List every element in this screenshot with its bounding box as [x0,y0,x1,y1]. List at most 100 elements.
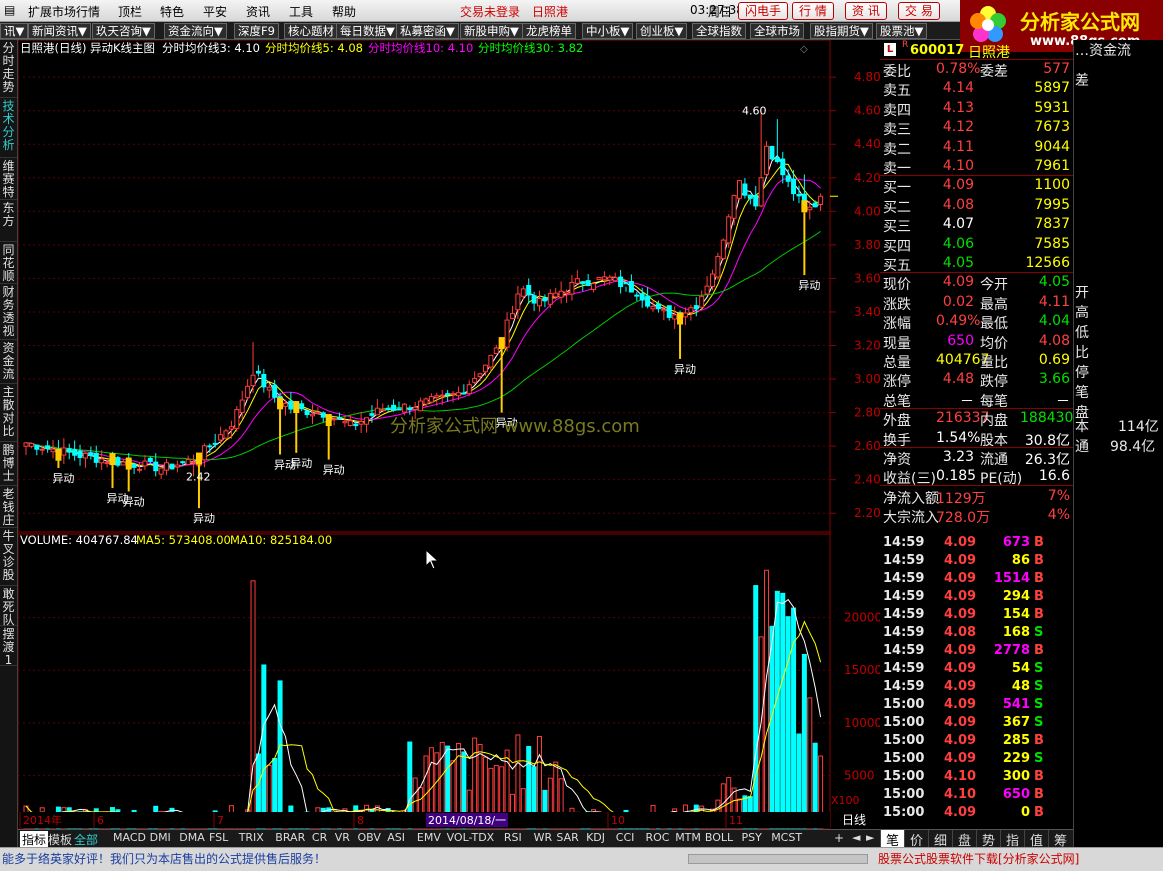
sidebar-item-4[interactable]: 同花顺 [0,242,17,284]
quote-value-2: 1100 [1034,177,1070,194]
right-tab-3[interactable]: 盘 [952,830,976,849]
trade-button[interactable]: 交 易 [898,2,940,20]
quote-button[interactable]: 行 情 [792,2,834,20]
menu-item-help[interactable]: 帮助 [332,3,356,20]
sidebar-item-2[interactable]: 维赛特 [0,158,17,200]
indicator-wr[interactable]: WR [534,831,553,844]
menu-icon[interactable]: ▤ [4,3,15,17]
add-indicator-button[interactable]: + [834,831,844,845]
menu-item-info[interactable]: 资讯 [246,3,270,20]
indicator-emv[interactable]: EMV [417,831,441,844]
tab-10[interactable]: 中小板▼ [582,23,634,39]
sidebar-item-11[interactable]: 敢死队 [0,586,17,627]
indicator-vr[interactable]: VR [335,831,350,844]
right-tab-4[interactable]: 势 [976,830,1000,849]
right-tab-5[interactable]: 指 [1000,830,1024,849]
tick-list[interactable]: 14:59 4.09 673 B 14:59 4.09 86 B 14:59 4.09 1514 B 1… [880,534,1073,828]
right-tab-0[interactable]: 笔 [880,830,904,849]
menu-item-ext-market[interactable]: 扩展市场行情 [28,3,100,20]
tab-7[interactable]: 私募密函▼ [396,23,459,39]
flash-trade-button[interactable]: 闪电手 [738,2,789,20]
chart-toggle-icon[interactable]: ◇ [800,44,808,55]
sidebar-item-8[interactable]: 鹏博士 [0,442,17,486]
sidebar-item-9[interactable]: 老钱庄 [0,486,17,528]
price-tick-label: 4.00 [854,204,880,218]
candle-body [374,407,380,416]
tab-8[interactable]: 新股申购▼ [460,23,523,39]
sidebar-item-7[interactable]: 主散对比 [0,384,17,442]
quote-value: 4.05 [942,255,974,271]
indicator-roc[interactable]: ROC [646,831,670,844]
vol-header-0: VOLUME: 404767.84 [20,533,138,547]
indicator-asi[interactable]: ASI [387,831,405,844]
tab-2[interactable]: 玖天咨询▼ [92,23,155,39]
menu-item-features[interactable]: 特色 [160,3,184,20]
tab-0[interactable]: 讯▼ [0,23,29,39]
tab-13[interactable]: 全球市场 [750,23,804,39]
right-col-tong-label: 通 [1075,439,1089,455]
sidebar-item-10[interactable]: 牛叉诊股 [0,528,17,586]
chart-area[interactable]: 4.80 4.60 4.40 4.20 4.00 3.80 3.60 3.40 3.20 3.00… [18,40,880,829]
candle-body [699,295,705,308]
sidebar-item-0[interactable]: 分时走势 [0,40,17,98]
tab-5[interactable]: 核心题材 [284,23,338,39]
sidebar-item-5[interactable]: 财务透视 [0,284,17,340]
right-col-ben-label: 本 [1075,419,1089,435]
right-tab-2[interactable]: 细 [928,830,952,849]
indicator-tab-0[interactable]: 指标 [20,831,49,848]
menu-item-topbar[interactable]: 顶栏 [118,3,142,20]
indicator-brar[interactable]: BRAR [275,831,305,844]
tick-price: 4.09 [944,607,977,622]
tab-3[interactable]: 资金流向▼ [164,23,227,39]
sidebar-item-3[interactable]: 东方 [0,200,17,242]
tab-15[interactable]: 股票池▼ [876,23,928,39]
indicator-obv[interactable]: OBV [358,831,381,844]
indicator-mtm[interactable]: MTM [675,831,701,844]
tab-14[interactable]: 股指期货▼ [810,23,873,39]
candle-body [272,384,278,398]
tab-9[interactable]: 龙虎榜单 [522,23,576,39]
right-tab-7[interactable]: 筹 [1048,830,1072,849]
sidebar-item-1[interactable]: 技术分析 [0,98,17,158]
indicator-mcst[interactable]: MCST [771,831,802,844]
indicator-fsl[interactable]: FSL [209,831,228,844]
indicator-rsi[interactable]: RSI [504,831,522,844]
indicator-sar[interactable]: SAR [556,831,578,844]
indicator-cci[interactable]: CCI [616,831,635,844]
period-label[interactable]: 日线 [842,813,866,827]
right-tab-1[interactable]: 价 [904,830,928,849]
scroll-left-icon[interactable]: ◄ [852,831,860,844]
indicator-cr[interactable]: CR [312,831,327,844]
indicator-vol-tdx[interactable]: VOL-TDX [447,831,495,844]
status-scroll-track[interactable] [688,854,868,864]
indicator-trix[interactable]: TRIX [239,831,264,844]
news-button[interactable]: 资 讯 [845,2,887,20]
ma-label-2: 分时均价线10: 4.10 [368,41,473,55]
indicator-kdj[interactable]: KDJ [586,831,605,844]
quote-label: 换手 [883,432,911,449]
indicator-tab-2[interactable]: 全部 [74,831,98,848]
indicator-macd[interactable]: MACD [113,831,146,844]
signal-label: 异动 [290,457,312,470]
tab-12[interactable]: 全球指数 [692,23,746,39]
sidebar-item-6[interactable]: 资金流 [0,340,17,384]
vol-unit-label: X100 [831,794,860,807]
right-tab-6[interactable]: 值 [1024,830,1048,849]
indicator-boll[interactable]: BOLL [705,831,733,844]
indicator-psy[interactable]: PSY [742,831,762,844]
scroll-right-icon[interactable]: ► [866,831,874,844]
volume-bar [801,653,807,829]
candle-body [418,400,424,412]
indicator-dma[interactable]: DMA [179,831,205,844]
tab-1[interactable]: 新闻资讯▼ [28,23,91,39]
sidebar-item-12[interactable]: 摆渡1 [0,626,17,667]
menu-item-tools[interactable]: 工具 [289,3,313,20]
indicator-dmi[interactable]: DMI [150,831,171,844]
quote-value-2: 7673 [1034,119,1070,136]
tab-4[interactable]: 深度F9 [234,23,279,39]
tab-6[interactable]: 每日数据▼ [336,23,399,39]
indicator-tab-1[interactable]: 模板 [48,831,72,848]
menu-item-pingan[interactable]: 平安 [203,3,227,20]
tab-11[interactable]: 创业板▼ [636,23,688,39]
candle-body [720,239,726,260]
